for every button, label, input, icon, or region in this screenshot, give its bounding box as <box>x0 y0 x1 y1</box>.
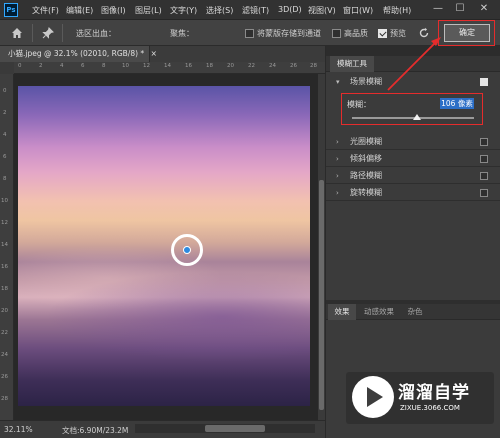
annotation-arrow <box>387 37 441 91</box>
